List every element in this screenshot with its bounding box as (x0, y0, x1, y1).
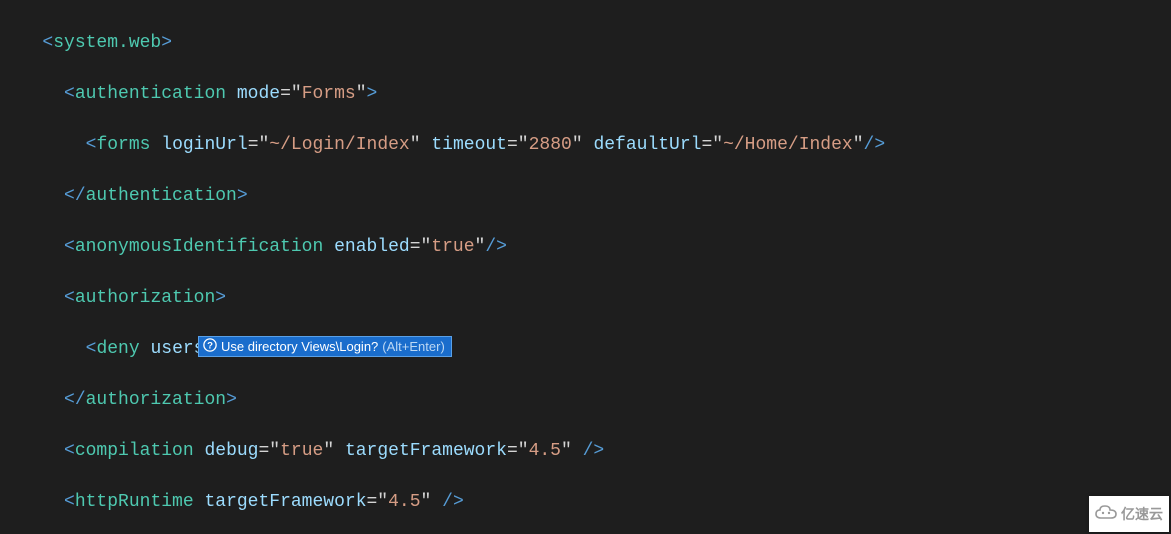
code-line[interactable]: <system.web> (10, 31, 1171, 57)
hint-text: Use directory Views\Login? (221, 339, 378, 354)
code-line[interactable]: <deny users="?"/> (10, 337, 1171, 363)
hint-tooltip[interactable]: ? Use directory Views\Login? (Alt+Enter) (198, 336, 452, 357)
code-line[interactable]: <authorization> (10, 286, 1171, 312)
code-line[interactable]: <compilation debug="true" targetFramewor… (10, 439, 1171, 465)
code-line[interactable]: </authentication> (10, 184, 1171, 210)
svg-text:?: ? (207, 341, 213, 352)
code-line[interactable]: </authorization> (10, 388, 1171, 414)
watermark: 亿速云 (1089, 496, 1169, 532)
code-line[interactable]: <authentication mode="Forms"> (10, 82, 1171, 108)
info-icon: ? (203, 338, 217, 355)
code-editor[interactable]: <system.web> <authentication mode="Forms… (0, 0, 1171, 534)
code-line[interactable]: <anonymousIdentification enabled="true"/… (10, 235, 1171, 261)
code-line[interactable]: <httpRuntime targetFramework="4.5" /> (10, 490, 1171, 516)
hint-shortcut: (Alt+Enter) (382, 339, 445, 354)
watermark-text: 亿速云 (1121, 504, 1163, 524)
cloud-icon (1095, 505, 1117, 524)
code-line[interactable]: <forms loginUrl="~/Login/Index" timeout=… (10, 133, 1171, 159)
